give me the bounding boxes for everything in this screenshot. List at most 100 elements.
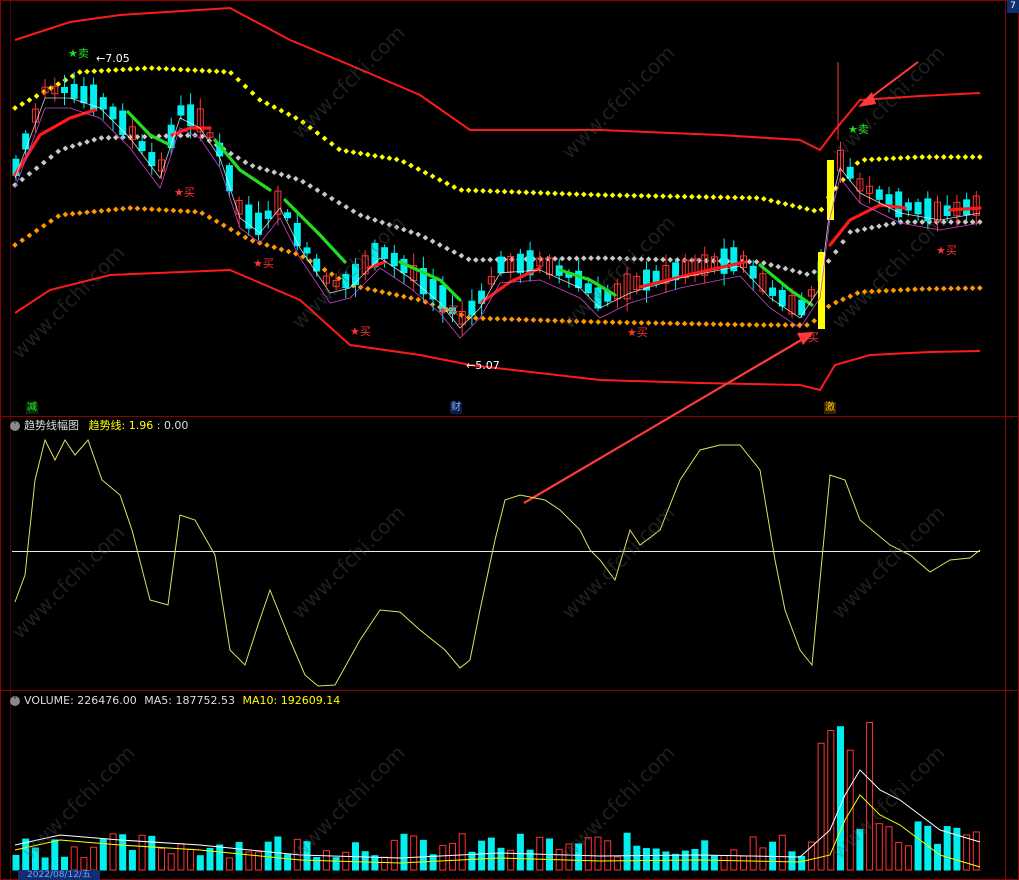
up-volume-bar xyxy=(749,836,757,871)
middle-dot xyxy=(33,165,40,172)
buy-signal-marker[interactable]: ★买 xyxy=(798,331,819,344)
down-candle xyxy=(99,97,107,110)
upper-dot xyxy=(703,194,710,200)
lower-dot xyxy=(26,232,33,239)
sell-signal-marker[interactable]: ★卖 xyxy=(848,123,869,136)
upper-dot xyxy=(868,156,875,163)
middle-dot xyxy=(48,154,54,160)
buy-signal-marker[interactable]: ★买 xyxy=(627,326,648,339)
down-volume-bar xyxy=(497,847,505,871)
down-volume-bar xyxy=(128,849,136,871)
middle-dot xyxy=(278,171,285,178)
lower-dot xyxy=(926,286,933,292)
upper-dot xyxy=(350,149,357,156)
lower-dot xyxy=(508,316,515,323)
event-tag[interactable]: 激 xyxy=(824,402,836,414)
up-volume-bar xyxy=(381,856,389,871)
down-candle xyxy=(177,105,185,116)
middle-dot xyxy=(300,178,306,185)
middle-dot xyxy=(408,229,414,235)
middle-dot xyxy=(602,255,609,261)
lower-dot xyxy=(33,227,40,234)
upper-dot xyxy=(796,204,803,211)
middle-dot xyxy=(357,212,364,219)
upper-dot xyxy=(926,154,933,160)
up-volume-bar xyxy=(895,842,903,871)
volume-label[interactable]: VOLUME: xyxy=(24,694,74,707)
down-volume-bar xyxy=(478,840,486,871)
upper-dot xyxy=(192,67,198,74)
up-volume-bar xyxy=(187,848,195,871)
buy-signal-marker[interactable]: ★买 xyxy=(438,304,459,317)
panel-menu-icon[interactable]: ˅ xyxy=(10,696,20,706)
upper-dot xyxy=(472,187,479,194)
down-volume-bar xyxy=(633,845,641,871)
down-candle xyxy=(264,210,272,219)
upper-dot xyxy=(458,187,465,193)
upper-dot xyxy=(343,148,350,154)
watermark-text: www.cfchi.com xyxy=(827,211,950,334)
middle-dot xyxy=(343,204,350,210)
lower-dot xyxy=(631,319,638,326)
upper-dot xyxy=(933,154,940,160)
lower-dot xyxy=(717,321,724,328)
lower-dot xyxy=(667,320,674,327)
lower-dot xyxy=(616,319,623,326)
upper-dot xyxy=(717,194,724,201)
indicator-title[interactable]: 趋势线幅图 xyxy=(24,419,79,432)
ma10-label: MA10: xyxy=(242,694,278,707)
down-volume-bar xyxy=(196,855,204,871)
sell-signal-marker[interactable]: ★卖 xyxy=(68,47,89,60)
middle-dot xyxy=(415,231,422,238)
upper-dot xyxy=(566,191,573,197)
volume-header: ˅ VOLUME: 226476.00 MA5: 187752.53 MA10: … xyxy=(10,694,340,708)
buy-signal-marker[interactable]: ★买 xyxy=(174,186,195,199)
upper-dot xyxy=(544,190,551,196)
buy-signal-marker[interactable]: ★买 xyxy=(350,325,371,338)
middle-dot xyxy=(271,169,278,176)
lower-dot xyxy=(148,206,155,213)
middle-dot xyxy=(19,176,26,183)
upper-dot xyxy=(588,191,594,198)
buy-signal-marker[interactable]: ★买 xyxy=(253,257,274,270)
buy-signal-marker[interactable]: ★买 xyxy=(936,244,957,257)
upper-dot xyxy=(652,193,659,199)
up-volume-bar xyxy=(904,845,912,871)
event-tag[interactable]: 减 xyxy=(26,402,38,414)
lower-dot xyxy=(804,322,810,328)
up-volume-bar xyxy=(613,856,621,871)
upper-dot xyxy=(667,193,674,200)
down-volume-bar xyxy=(332,857,340,871)
trend-line-segment xyxy=(758,263,814,307)
middle-dot xyxy=(487,256,494,263)
lower-dot xyxy=(760,322,767,328)
down-volume-bar xyxy=(798,855,806,871)
upper-dot xyxy=(357,150,364,157)
lower-dot xyxy=(782,322,789,328)
middle-dot xyxy=(912,219,918,225)
lower-dot xyxy=(91,208,98,215)
middle-dot xyxy=(890,220,897,227)
event-tag[interactable]: 财 xyxy=(450,402,462,414)
lower-dot xyxy=(379,289,386,295)
lower-dot xyxy=(825,303,832,310)
panel-menu-icon[interactable]: ˅ xyxy=(10,421,20,431)
lower-dot xyxy=(904,286,911,293)
middle-dot xyxy=(235,155,242,161)
lower-dot xyxy=(264,242,270,248)
middle-dot xyxy=(861,226,868,232)
upper-dot xyxy=(199,67,206,74)
ma-line xyxy=(14,97,981,329)
down-volume-bar xyxy=(284,854,292,871)
upper-dot xyxy=(883,155,890,162)
middle-dot xyxy=(746,258,753,265)
up-volume-bar xyxy=(875,823,883,871)
down-candle xyxy=(778,289,786,307)
middle-dot xyxy=(26,170,33,177)
up-volume-bar xyxy=(885,826,893,871)
trend-oscillator-line xyxy=(14,438,981,687)
middle-dot xyxy=(948,219,954,225)
lower-dot xyxy=(552,317,558,324)
lower-dot xyxy=(724,321,731,328)
middle-dot xyxy=(789,267,796,274)
